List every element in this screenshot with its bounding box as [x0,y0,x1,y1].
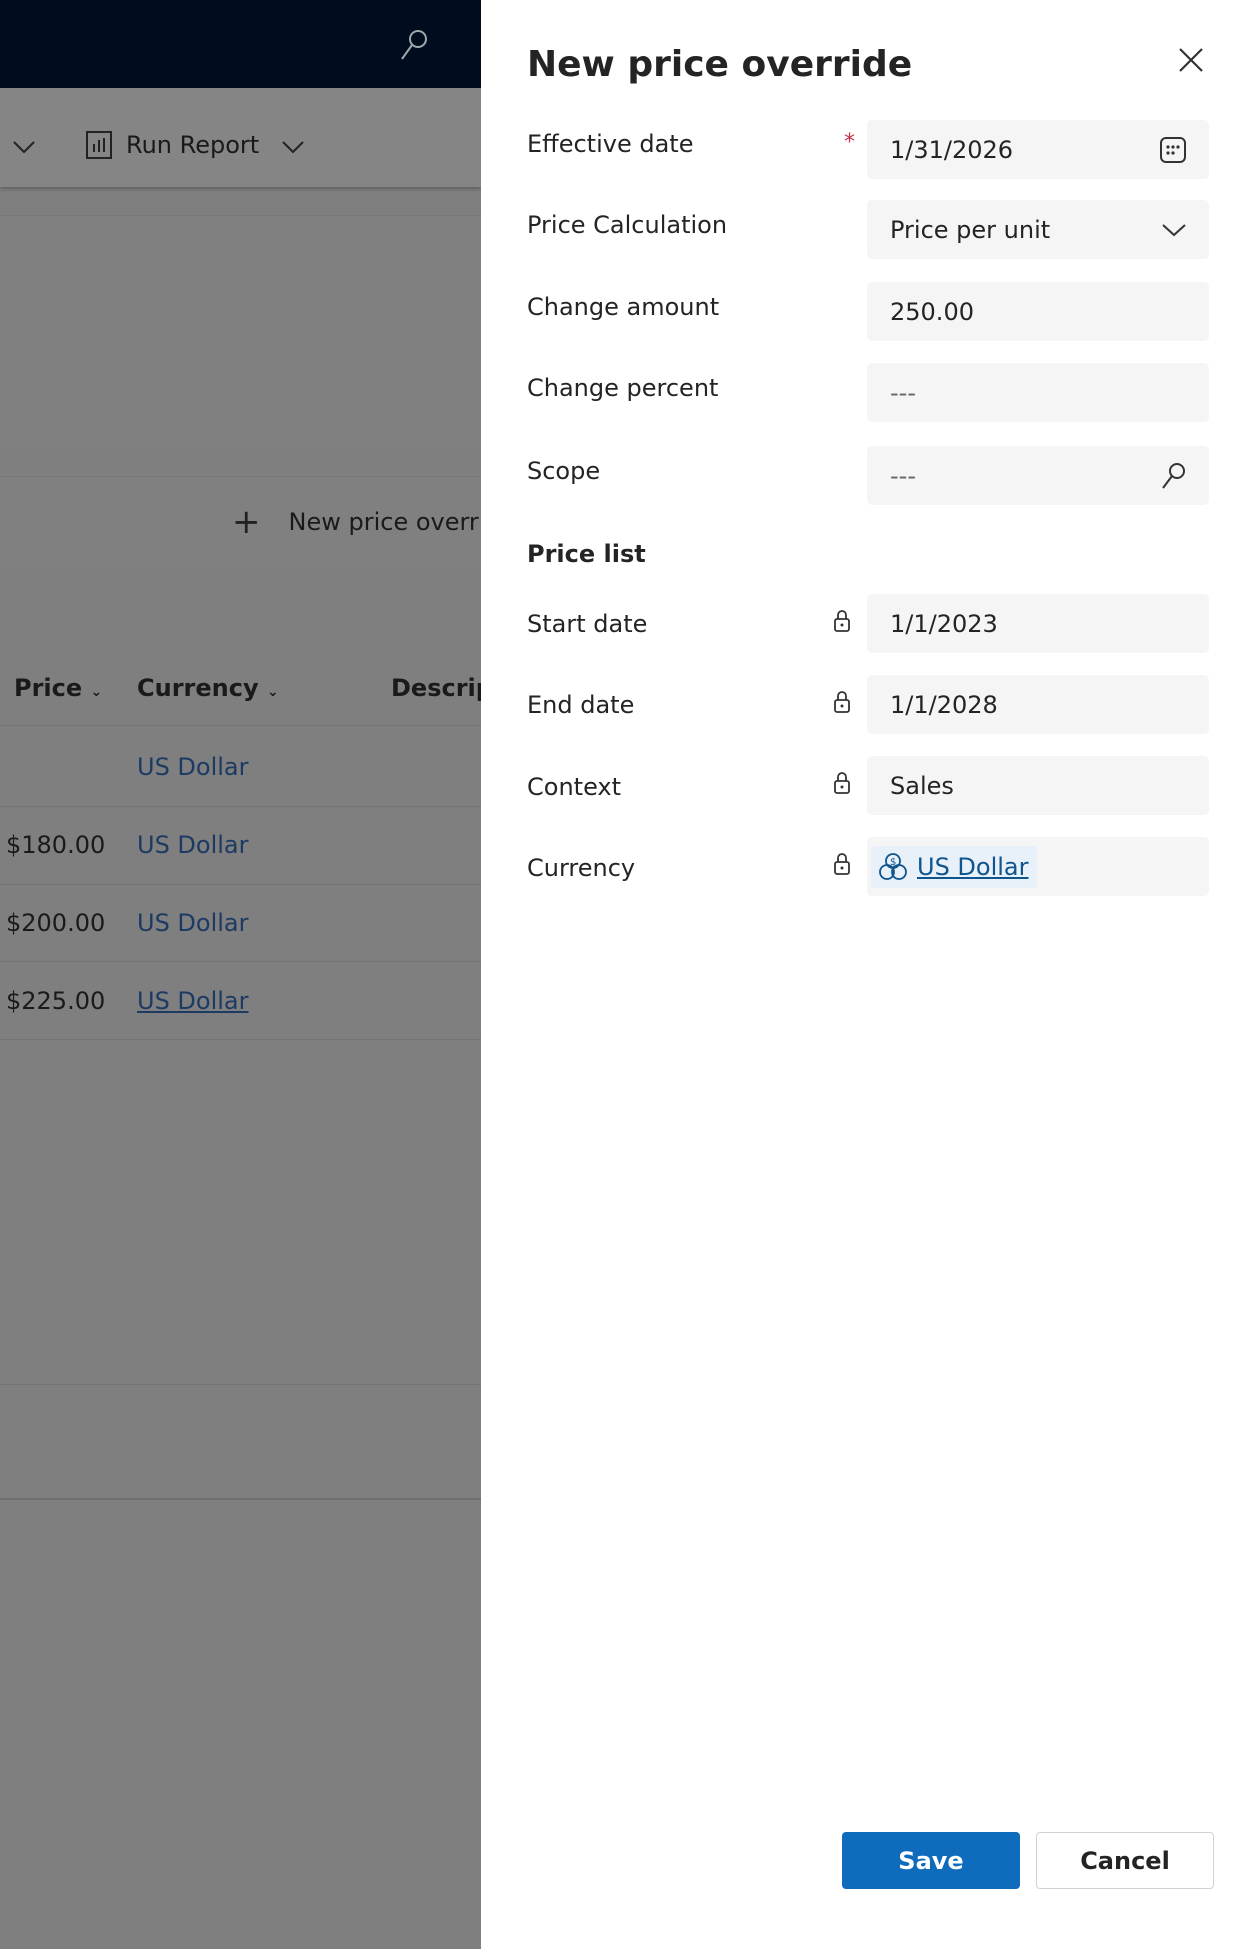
currency-link[interactable]: US Dollar [917,853,1029,881]
start-date-label: Start date [527,610,648,638]
end-date-label: End date [527,691,635,719]
change-amount-input[interactable]: 250.00 [867,282,1209,341]
scope-label: Scope [527,457,601,485]
currency-link[interactable]: US Dollar [137,909,249,937]
price-cell: $180.00 [6,831,106,859]
scope-lookup[interactable]: --- [867,446,1209,505]
column-header-price[interactable]: Price ⌄ [14,674,102,702]
lock-icon [834,853,850,875]
price-calculation-label: Price Calculation [527,211,728,239]
lock-icon [834,610,850,632]
lock-icon [834,691,850,713]
form-section [0,215,481,448]
plus-icon: + [232,502,261,542]
top-nav-bar [0,0,481,88]
start-date-field: 1/1/2023 [867,594,1209,653]
report-icon [86,131,112,159]
calendar-icon[interactable] [1159,136,1187,164]
effective-date-label: Effective date [527,130,694,158]
close-icon[interactable] [1178,47,1204,73]
new-price-override-panel: New price override Effective date * 1/31… [481,0,1257,1949]
effective-date-input[interactable]: 1/31/2026 [867,120,1209,179]
change-percent-label: Change percent [527,374,719,402]
currency-link[interactable]: US Dollar [137,753,249,781]
change-percent-input[interactable]: --- [867,363,1209,422]
new-price-override-button[interactable]: + New price overri [232,505,485,539]
currency-label: Currency [527,854,636,882]
chevron-down-icon[interactable] [12,140,36,154]
price-cell: $200.00 [6,909,106,937]
currency-link[interactable]: US Dollar [137,987,249,1015]
svg-text:$: $ [890,857,896,868]
currency-icon: $ [879,852,907,880]
price-cell: $225.00 [6,987,106,1015]
end-date-field: 1/1/2028 [867,675,1209,734]
run-report-button[interactable]: Run Report [84,130,259,160]
panel-title: New price override [527,44,913,85]
chevron-down-icon [1162,223,1186,236]
column-header-description[interactable]: Descrip [391,674,493,702]
cancel-button[interactable]: Cancel [1036,1832,1214,1889]
chevron-down-icon[interactable] [281,140,305,154]
currency-lookup-tag[interactable]: $ US Dollar [871,845,1037,888]
context-label: Context [527,773,622,801]
currency-field: $ US Dollar [867,837,1209,896]
subgrid-toolbar: + New price overri [0,476,485,571]
price-list-section-title: Price list [527,540,646,568]
context-field: Sales [867,756,1209,815]
command-bar: Run Report [0,88,481,187]
currency-link[interactable]: US Dollar [137,831,249,859]
column-header-currency[interactable]: Currency ⌄ [137,674,279,702]
run-report-label: Run Report [126,131,260,159]
save-button[interactable]: Save [842,1832,1020,1889]
change-amount-label: Change amount [527,293,720,321]
lock-icon [834,772,850,794]
search-icon[interactable] [398,28,430,62]
search-icon[interactable] [1159,461,1187,491]
price-calculation-select[interactable]: Price per unit [867,200,1209,259]
new-price-override-label: New price overri [288,508,486,536]
required-indicator: * [844,130,855,155]
